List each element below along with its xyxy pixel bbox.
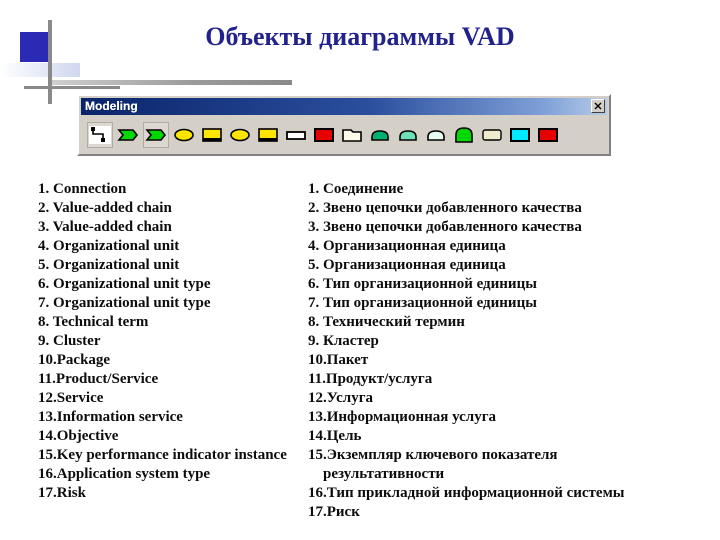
list-item: 7. Organizational unit type bbox=[38, 295, 211, 311]
list-item: 15.Экземпляр ключевого показателя bbox=[308, 447, 558, 463]
ellipse-icon bbox=[173, 126, 195, 144]
list-item: 14.Objective bbox=[38, 428, 119, 444]
toolbar-button-application-system-type[interactable] bbox=[507, 122, 533, 148]
list-item: 7. Тип организационной единицы bbox=[308, 295, 537, 311]
toolbar-button-cluster[interactable] bbox=[311, 122, 337, 148]
list-item: 10.Пакет bbox=[308, 352, 369, 368]
polyline-connector-icon bbox=[89, 125, 111, 144]
toolbar-button-objective[interactable] bbox=[451, 122, 477, 148]
ellipse-icon bbox=[229, 126, 251, 144]
list-item: 3. Value-added chain bbox=[38, 219, 172, 235]
deco-horizontal-line bbox=[24, 86, 120, 89]
deco-soft-band bbox=[0, 63, 80, 77]
list-item: 8. Technical term bbox=[38, 314, 149, 330]
deco-long-rule bbox=[52, 80, 292, 85]
list-item: 2. Звено цепочки добавленного качества bbox=[308, 200, 582, 216]
rect-icon bbox=[537, 126, 559, 144]
list-item: 12.Service bbox=[38, 390, 104, 406]
list-item: 12.Услуга bbox=[308, 390, 374, 406]
close-icon[interactable] bbox=[591, 99, 605, 113]
rect-icon bbox=[509, 126, 531, 144]
list-item: 16.Тип прикладной информационной системы bbox=[308, 485, 625, 501]
rect-small-icon bbox=[285, 126, 307, 144]
toolbar-button-service[interactable] bbox=[395, 122, 421, 148]
toolbar-button-organizational-unit-type[interactable] bbox=[255, 122, 281, 148]
toolbar-button-key-performance-indicator[interactable] bbox=[479, 122, 505, 148]
toolbar-button-package[interactable] bbox=[339, 122, 365, 148]
modeling-toolbar-window: Modeling bbox=[77, 94, 611, 156]
toolbar-button-technical-term[interactable] bbox=[283, 122, 309, 148]
toolbar-button-value-added-chain[interactable] bbox=[143, 121, 169, 148]
list-item: 15.Key performance indicator instance bbox=[38, 447, 287, 463]
list-item: 17.Risk bbox=[38, 485, 86, 501]
chevron-arrow-icon bbox=[145, 126, 167, 144]
chevron-arrow-icon bbox=[117, 126, 139, 144]
list-item: 10.Package bbox=[38, 352, 111, 368]
list-item: 8. Технический термин bbox=[308, 314, 465, 330]
list-item: 14.Цель bbox=[308, 428, 362, 444]
list-item: результативности bbox=[323, 466, 445, 482]
rect-underline-icon bbox=[257, 126, 279, 144]
list-item: 4. Организационная единица bbox=[308, 238, 506, 254]
dome-icon bbox=[397, 126, 419, 144]
list-item: 5. Organizational unit bbox=[38, 257, 180, 273]
list-item: 16.Application system type bbox=[38, 466, 211, 482]
list-item: 1. Соединение bbox=[308, 181, 404, 197]
toolbar-button-organizational-unit-type[interactable] bbox=[227, 122, 253, 148]
toolbar-button-product-service[interactable] bbox=[367, 122, 393, 148]
toolbar-title-text: Modeling bbox=[85, 99, 138, 113]
dome-icon bbox=[369, 126, 391, 144]
list-item: 9. Cluster bbox=[38, 333, 101, 349]
page-title: Объекты диаграммы VAD bbox=[205, 22, 515, 51]
rect-icon bbox=[313, 126, 335, 144]
list-item: 5. Организационная единица bbox=[308, 257, 506, 273]
toolbar-button-organizational-unit[interactable] bbox=[171, 122, 197, 148]
tall-dome-icon bbox=[453, 126, 475, 144]
list-item: 6. Organizational unit type bbox=[38, 276, 211, 292]
toolbar-button-connection[interactable] bbox=[87, 121, 113, 148]
list-item: 9. Кластер bbox=[308, 333, 379, 349]
list-item: 11.Продукт/услуга bbox=[308, 371, 433, 387]
rect-rounded-icon bbox=[481, 126, 503, 144]
list-item: 2. Value-added chain bbox=[38, 200, 172, 216]
legend-column-english: 1. Connection 2. Value-added chain 3. Valu… bbox=[38, 180, 308, 503]
list-item: 13.Информационная услуга bbox=[308, 409, 497, 425]
toolbar-button-strip bbox=[79, 115, 609, 154]
toolbar-button-organizational-unit[interactable] bbox=[199, 122, 225, 148]
toolbar-button-information-service[interactable] bbox=[423, 122, 449, 148]
list-item: 6. Тип организационной единицы bbox=[308, 276, 537, 292]
list-item: 3. Звено цепочки добавленного качества bbox=[308, 219, 582, 235]
toolbar-titlebar[interactable]: Modeling bbox=[81, 98, 607, 115]
list-item: 4. Organizational unit bbox=[38, 238, 180, 254]
list-item: 11.Product/Service bbox=[38, 371, 159, 387]
legend-column-russian: 1. Соединение 2. Звено цепочки добавленно… bbox=[308, 180, 698, 522]
toolbar-button-risk[interactable] bbox=[535, 122, 561, 148]
list-item: 17.Риск bbox=[308, 504, 360, 520]
list-item: 13.Information service bbox=[38, 409, 183, 425]
toolbar-button-value-added-chain[interactable] bbox=[115, 122, 141, 148]
folder-icon bbox=[341, 126, 363, 144]
rect-underline-icon bbox=[201, 126, 223, 144]
dome-icon bbox=[425, 126, 447, 144]
list-item: 1. Connection bbox=[38, 181, 127, 197]
